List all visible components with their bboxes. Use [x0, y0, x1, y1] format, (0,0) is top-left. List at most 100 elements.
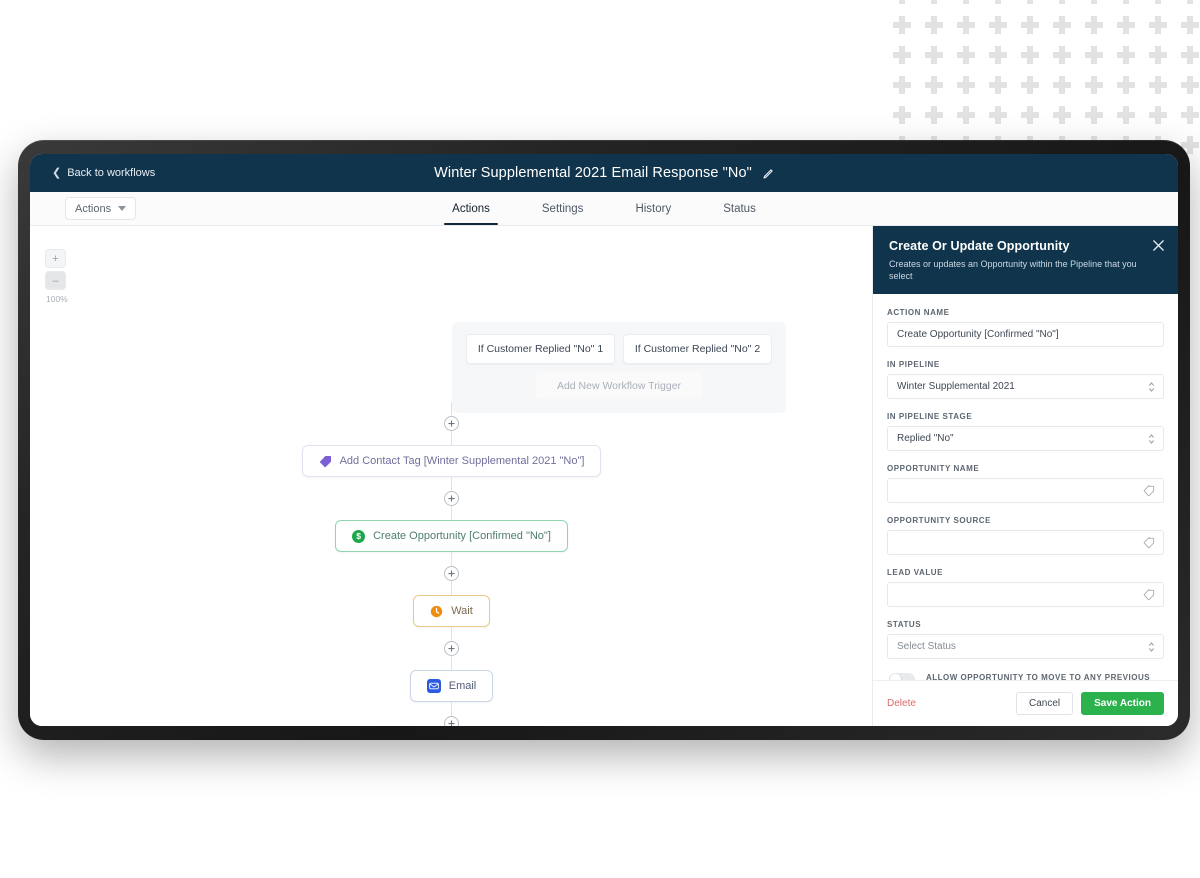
- plus-icon: [1053, 16, 1071, 34]
- field-action-name: ACTION NAME Create Opportunity [Confirme…: [887, 308, 1164, 348]
- field-lead-value: LEAD VALUE: [887, 568, 1164, 608]
- tag-icon[interactable]: [1143, 589, 1155, 601]
- tab-status-label: Status: [723, 202, 756, 215]
- workflow-node-create-opportunity-label: Create Opportunity [Confirmed "No"]: [373, 530, 551, 542]
- add-step-button-4[interactable]: [444, 641, 459, 656]
- flow-connector: [451, 581, 452, 595]
- workflow-node-add-contact-tag[interactable]: Add Contact Tag [Winter Supplemental 202…: [301, 445, 602, 477]
- tab-history[interactable]: History: [609, 192, 697, 225]
- field-action-name-label: ACTION NAME: [887, 308, 950, 318]
- flow-connector: [451, 656, 452, 670]
- dollar-circle-icon: $: [352, 529, 366, 543]
- panel-header: Create Or Update Opportunity Creates or …: [873, 226, 1178, 295]
- trigger-chip-2[interactable]: If Customer Replied "No" 2: [623, 334, 772, 364]
- workflow-node-email[interactable]: Email: [409, 670, 494, 702]
- toggle-knob: [890, 674, 901, 680]
- flow-connector: [451, 402, 452, 416]
- in-pipeline-select[interactable]: Winter Supplemental 2021: [887, 374, 1164, 400]
- workflow-title-group: Winter Supplemental 2021 Email Response …: [30, 165, 1178, 181]
- flow-connector: [451, 702, 452, 716]
- decorative-plus-row: [893, 16, 1200, 34]
- trigger-chip-1[interactable]: If Customer Replied "No" 1: [466, 334, 615, 364]
- add-step-button-5[interactable]: [444, 716, 459, 726]
- workflow-node-email-label: Email: [448, 680, 477, 692]
- tab-actions[interactable]: Actions: [426, 192, 516, 225]
- zoom-in-button[interactable]: +: [45, 249, 66, 268]
- delete-button[interactable]: Delete: [887, 698, 916, 709]
- plus-icon: [925, 106, 943, 124]
- close-icon[interactable]: [1152, 239, 1165, 252]
- add-workflow-trigger-button[interactable]: Add New Workflow Trigger: [536, 372, 702, 399]
- field-in-pipeline-label: IN PIPELINE: [887, 360, 940, 370]
- field-opportunity-name: OPPORTUNITY NAME: [887, 464, 1164, 504]
- add-step-button-2[interactable]: [444, 491, 459, 506]
- plus-icon: [1181, 106, 1199, 124]
- plus-icon: [925, 0, 943, 4]
- tag-icon[interactable]: [1143, 485, 1155, 497]
- toggle-allow-previous-stage-switch[interactable]: [889, 673, 915, 680]
- zoom-out-button[interactable]: –: [45, 271, 66, 290]
- opportunity-source-input[interactable]: [887, 530, 1164, 556]
- plus-icon: [1021, 106, 1039, 124]
- plus-icon: [1053, 46, 1071, 64]
- plus-icon: [893, 46, 911, 64]
- plus-icon: [893, 76, 911, 94]
- tab-settings[interactable]: Settings: [516, 192, 610, 225]
- flow-connector: [451, 477, 452, 491]
- plus-icon: [925, 16, 943, 34]
- zoom-controls: + – 100%: [45, 249, 75, 304]
- plus-icon: [1181, 16, 1199, 34]
- zoom-out-label: –: [52, 274, 59, 287]
- actions-dropdown-button[interactable]: Actions: [65, 197, 137, 220]
- pencil-icon[interactable]: [762, 167, 774, 179]
- plus-circle-icon: [448, 720, 455, 726]
- tab-status[interactable]: Status: [697, 192, 782, 225]
- workflow-node-create-opportunity[interactable]: $ Create Opportunity [Confirmed "No"]: [335, 520, 568, 552]
- plus-icon: [1117, 0, 1135, 4]
- field-opportunity-name-label: OPPORTUNITY NAME: [887, 464, 980, 474]
- plus-icon: [957, 0, 975, 4]
- plus-icon: [1021, 46, 1039, 64]
- field-in-pipeline-stage-label: IN PIPELINE STAGE: [887, 412, 973, 422]
- plus-icon: [957, 16, 975, 34]
- plus-icon: [1181, 0, 1199, 4]
- in-pipeline-stage-value: Replied "No": [897, 433, 954, 445]
- plus-icon: [1117, 16, 1135, 34]
- decorative-plus-row: [893, 76, 1200, 94]
- in-pipeline-value: Winter Supplemental 2021: [897, 381, 1015, 393]
- cancel-button[interactable]: Cancel: [1015, 692, 1074, 715]
- toggle-allow-previous-stage: ALLOW OPPORTUNITY TO MOVE TO ANY PREVIOU…: [887, 672, 1164, 680]
- status-select[interactable]: Select Status: [887, 634, 1164, 660]
- panel-footer: Delete Cancel Save Action: [873, 680, 1178, 726]
- workflow-canvas[interactable]: + – 100% If Customer Replied "No" 1 If C…: [30, 226, 873, 726]
- workflow-triggers-panel: If Customer Replied "No" 1 If Customer R…: [452, 322, 786, 413]
- lead-value-input[interactable]: [887, 582, 1164, 608]
- workflow-flow-chain: Add Contact Tag [Winter Supplemental 202…: [30, 402, 873, 726]
- action-name-input[interactable]: Create Opportunity [Confirmed "No"]: [887, 322, 1164, 348]
- opportunity-name-input[interactable]: [887, 478, 1164, 504]
- add-step-button-1[interactable]: [444, 416, 459, 431]
- add-workflow-trigger-label: Add New Workflow Trigger: [556, 379, 682, 392]
- panel-footer-actions: Cancel Save Action: [1015, 692, 1164, 715]
- action-name-value: Create Opportunity [Confirmed "No"]: [897, 329, 1059, 341]
- plus-icon: [989, 46, 1007, 64]
- plus-icon: [1021, 0, 1039, 4]
- in-pipeline-stage-select[interactable]: Replied "No": [887, 426, 1164, 452]
- plus-icon: [893, 16, 911, 34]
- plus-icon: [989, 16, 1007, 34]
- action-settings-panel: Create Or Update Opportunity Creates or …: [873, 226, 1178, 726]
- decorative-plus-row: [893, 46, 1200, 64]
- panel-subtitle: Creates or updates an Opportunity within…: [889, 259, 1137, 281]
- trigger-chip-1-label: If Customer Replied "No" 1: [477, 343, 604, 355]
- field-status-label: STATUS: [887, 620, 922, 630]
- panel-form: ACTION NAME Create Opportunity [Confirme…: [873, 294, 1178, 680]
- plus-icon: [1053, 76, 1071, 94]
- plus-circle-icon: [448, 420, 455, 427]
- tag-icon[interactable]: [1143, 537, 1155, 549]
- zoom-percent-label: 100%: [46, 294, 68, 304]
- workflow-node-wait[interactable]: Wait: [413, 595, 490, 627]
- stepper-icon: [1148, 432, 1155, 445]
- save-action-button[interactable]: Save Action: [1081, 692, 1164, 715]
- plus-icon: [1181, 46, 1199, 64]
- add-step-button-3[interactable]: [444, 566, 459, 581]
